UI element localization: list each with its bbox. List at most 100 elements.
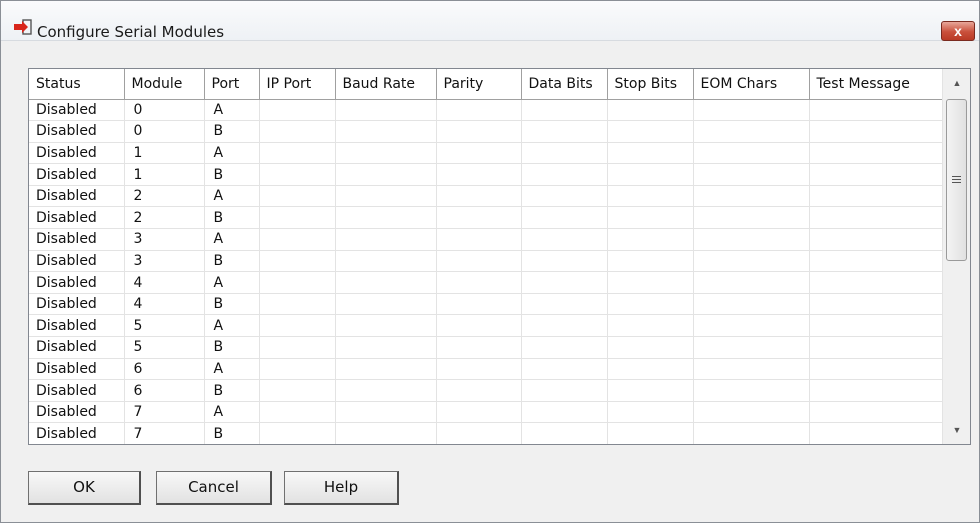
table-cell[interactable]	[259, 250, 336, 273]
table-cell[interactable]: 1	[124, 163, 205, 186]
table-cell[interactable]	[607, 401, 694, 424]
table-cell[interactable]	[521, 206, 608, 230]
table-cell[interactable]	[436, 206, 522, 230]
table-row[interactable]: Disabled 0 B	[29, 120, 942, 143]
table-cell[interactable]: Disabled	[29, 185, 125, 208]
scroll-thumb[interactable]	[946, 99, 967, 261]
table-cell[interactable]	[693, 120, 810, 143]
table-cell[interactable]	[436, 228, 522, 251]
table-cell[interactable]: 4	[124, 293, 205, 316]
table-cell[interactable]	[693, 185, 810, 208]
table-cell[interactable]: A	[204, 401, 260, 424]
table-cell[interactable]	[436, 293, 522, 316]
table-cell[interactable]: 4	[124, 271, 205, 294]
close-button[interactable]: x	[941, 21, 975, 41]
table-cell[interactable]	[693, 271, 810, 294]
table-cell[interactable]	[693, 142, 810, 165]
table-cell[interactable]	[607, 422, 694, 444]
table-cell[interactable]: 6	[124, 379, 205, 402]
table-cell[interactable]: B	[204, 293, 260, 316]
table-cell[interactable]	[259, 336, 336, 359]
table-cell[interactable]: A	[204, 228, 260, 251]
table-row[interactable]: Disabled 1 B	[29, 163, 942, 186]
column-header-stop-bits[interactable]: Stop Bits	[607, 69, 694, 100]
table-cell[interactable]	[335, 120, 437, 143]
table-cell[interactable]	[521, 120, 608, 143]
table-cell[interactable]: Disabled	[29, 401, 125, 424]
table-cell[interactable]: Disabled	[29, 99, 125, 122]
table-cell[interactable]: Disabled	[29, 379, 125, 402]
table-row[interactable]: Disabled 3 A	[29, 228, 942, 251]
table-cell[interactable]: A	[204, 99, 260, 122]
table-cell[interactable]: 3	[124, 228, 205, 251]
table-cell[interactable]	[607, 379, 694, 402]
table-cell[interactable]	[521, 358, 608, 381]
column-header-ip-port[interactable]: IP Port	[259, 69, 336, 100]
table-cell[interactable]	[809, 250, 942, 273]
table-cell[interactable]	[521, 422, 608, 444]
table-row[interactable]: Disabled 7 A	[29, 401, 942, 424]
table-cell[interactable]	[521, 163, 608, 186]
table-cell[interactable]	[607, 206, 694, 230]
table-cell[interactable]	[335, 336, 437, 359]
table-cell[interactable]	[335, 228, 437, 251]
table-cell[interactable]: 7	[124, 401, 205, 424]
table-cell[interactable]	[436, 163, 522, 186]
table-cell[interactable]	[335, 379, 437, 402]
table-cell[interactable]: 5	[124, 336, 205, 359]
table-cell[interactable]: 3	[124, 250, 205, 273]
table-cell[interactable]	[607, 250, 694, 273]
table-cell[interactable]	[335, 142, 437, 165]
table-cell[interactable]	[693, 379, 810, 402]
table-cell[interactable]: 2	[124, 206, 205, 230]
table-cell[interactable]	[693, 163, 810, 186]
table-cell[interactable]	[436, 99, 522, 122]
table-cell[interactable]: Disabled	[29, 228, 125, 251]
column-header-parity[interactable]: Parity	[436, 69, 522, 100]
table-cell[interactable]	[809, 314, 942, 338]
table-cell[interactable]: B	[204, 250, 260, 273]
table-cell[interactable]: 2	[124, 185, 205, 208]
table-cell[interactable]: A	[204, 271, 260, 294]
table-cell[interactable]	[436, 314, 522, 338]
table-row[interactable]: Disabled 3 B	[29, 250, 942, 273]
table-cell[interactable]	[607, 185, 694, 208]
table-cell[interactable]	[809, 163, 942, 186]
table-cell[interactable]	[259, 293, 336, 316]
table-cell[interactable]	[809, 379, 942, 402]
table-cell[interactable]	[335, 271, 437, 294]
scroll-down-button[interactable]: ▼	[943, 416, 971, 444]
table-cell[interactable]	[809, 120, 942, 143]
vertical-scrollbar[interactable]: ▲ ▼	[942, 69, 970, 444]
table-cell[interactable]	[436, 422, 522, 444]
table-cell[interactable]: Disabled	[29, 271, 125, 294]
table-row[interactable]: Disabled 1 A	[29, 142, 942, 165]
table-cell[interactable]	[259, 228, 336, 251]
column-header-status[interactable]: Status	[29, 69, 125, 100]
table-cell[interactable]	[335, 358, 437, 381]
table-cell[interactable]: Disabled	[29, 163, 125, 186]
table-cell[interactable]	[607, 120, 694, 143]
table-cell[interactable]	[521, 401, 608, 424]
table-cell[interactable]	[259, 206, 336, 230]
table-cell[interactable]: Disabled	[29, 293, 125, 316]
table-cell[interactable]	[809, 293, 942, 316]
table-cell[interactable]	[607, 163, 694, 186]
table-cell[interactable]	[436, 142, 522, 165]
table-row[interactable]: Disabled 4 B	[29, 293, 942, 316]
table-cell[interactable]	[809, 271, 942, 294]
table-row[interactable]: Disabled 5 A	[29, 314, 942, 338]
table-row[interactable]: Disabled 6 A	[29, 358, 942, 381]
table-cell[interactable]: 0	[124, 99, 205, 122]
table-cell[interactable]	[809, 99, 942, 122]
table-cell[interactable]	[259, 142, 336, 165]
column-header-module[interactable]: Module	[124, 69, 205, 100]
table-cell[interactable]	[693, 358, 810, 381]
table-cell[interactable]	[693, 401, 810, 424]
table-cell[interactable]	[335, 99, 437, 122]
table-cell[interactable]: Disabled	[29, 336, 125, 359]
table-cell[interactable]: 6	[124, 358, 205, 381]
table-row[interactable]: Disabled 2 A	[29, 185, 942, 208]
table-cell[interactable]: B	[204, 206, 260, 230]
table-cell[interactable]	[693, 314, 810, 338]
